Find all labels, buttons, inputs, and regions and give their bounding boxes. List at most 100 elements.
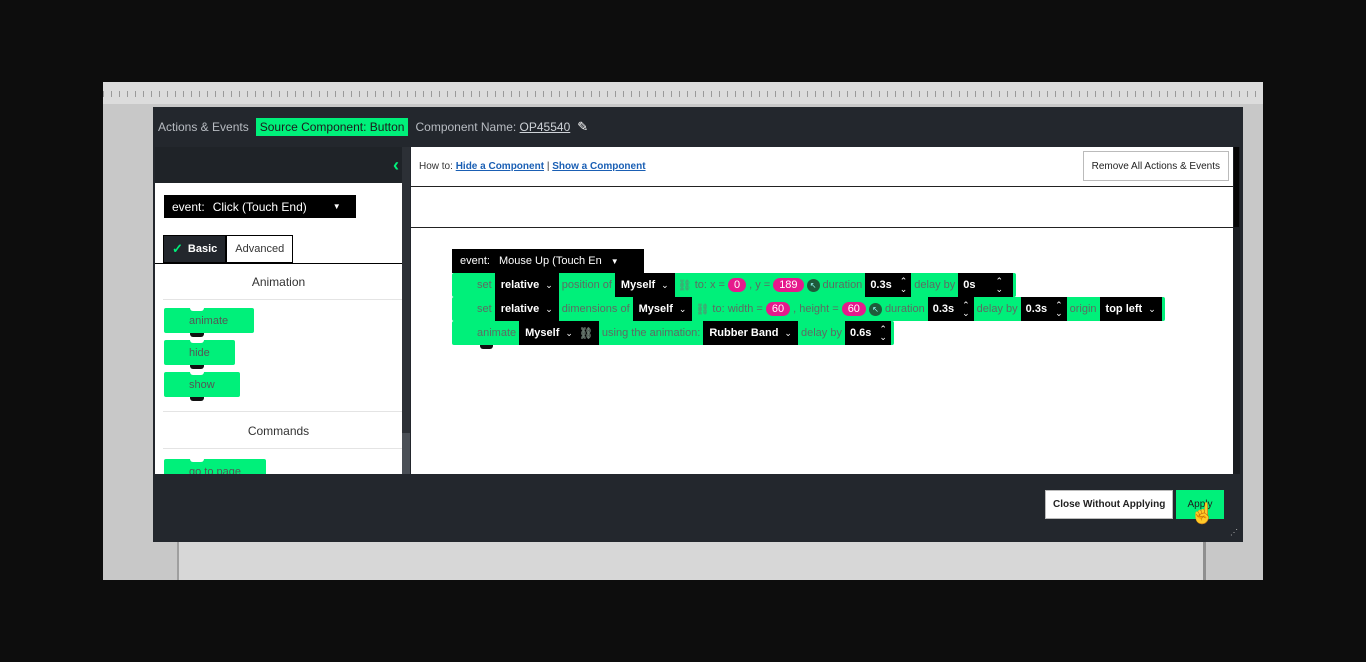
origin-value: top left: [1105, 303, 1143, 315]
component-name-value[interactable]: OP45540: [520, 120, 571, 134]
tab-advanced[interactable]: Advanced: [226, 235, 294, 263]
mode-dropdown[interactable]: relative ⌄: [494, 297, 559, 321]
action-row-animate[interactable]: animate Myself ⌄ ⛓ using the animation: Ru…: [452, 321, 894, 345]
scrollbar-thumb[interactable]: [1234, 147, 1239, 227]
close-without-applying-button[interactable]: Close Without Applying: [1045, 490, 1174, 519]
link-hide-component[interactable]: Hide a Component: [456, 161, 544, 172]
stepper-arrows-icon[interactable]: ⌃ ⌄: [900, 277, 908, 294]
workspace-event-block[interactable]: event: Mouse Up (Touch En ▼: [452, 249, 644, 273]
animation-value: Rubber Band: [709, 327, 779, 339]
palette-scrollbar[interactable]: [402, 147, 410, 474]
x-value-input[interactable]: 0: [727, 278, 747, 292]
delay-stepper[interactable]: 0.3s ⌃ ⌄: [1020, 297, 1067, 321]
using-label: using the animation:: [601, 327, 701, 339]
duration-stepper[interactable]: 0.3s ⌃ ⌄: [927, 297, 974, 321]
chevron-down-icon: ⌄: [678, 303, 687, 314]
tab-basic-label: Basic: [187, 243, 218, 255]
section-title-commands: Commands: [247, 424, 310, 438]
ws-event-label: event:: [460, 255, 490, 267]
mode-value: relative: [500, 303, 540, 315]
height-value-input[interactable]: 60: [841, 302, 866, 316]
mode-dropdown[interactable]: relative ⌄: [494, 273, 559, 297]
origin-dropdown[interactable]: top left ⌄: [1099, 297, 1162, 321]
canvas-edge-left: [177, 542, 179, 580]
animation-dropdown[interactable]: Rubber Band ⌄: [703, 321, 798, 345]
origin-label: origin: [1069, 303, 1097, 315]
delay-label: delay by: [914, 279, 956, 291]
ws-event-value: Mouse Up (Touch En: [498, 255, 602, 267]
hand-cursor-icon: ☝: [1190, 503, 1215, 525]
target-dropdown[interactable]: Myself ⌄: [632, 297, 693, 321]
tabs-divider: [155, 263, 402, 264]
block-hide[interactable]: hide: [164, 340, 235, 369]
delay-stepper[interactable]: 0.6s ⌃ ⌄: [844, 321, 891, 345]
target-value: Myself: [620, 279, 656, 291]
canvas-edge-right: [1203, 542, 1206, 580]
target-dropdown[interactable]: Myself ⌄ ⛓: [519, 321, 599, 345]
palette-tabs: ✓ Basic Advanced: [163, 235, 294, 263]
action-row-position[interactable]: set relative ⌄ position of Myself ⌄ ⛓ to: …: [452, 273, 1017, 297]
check-icon: ✓: [172, 241, 183, 256]
link-icon[interactable]: ⛓: [579, 327, 593, 340]
block-animate[interactable]: animate: [164, 308, 254, 337]
link-icon[interactable]: ⛓: [678, 279, 692, 292]
row-verb: animate: [477, 327, 517, 339]
event-select[interactable]: event: Click (Touch End) ▼: [164, 195, 356, 218]
duration-stepper[interactable]: 0.3s ⌃ ⌄: [865, 273, 912, 297]
stepper-arrows-icon[interactable]: ⌃ ⌄: [996, 277, 1004, 294]
component-name-label: Component Name:: [415, 120, 517, 134]
to-x-label: to: x =: [694, 279, 725, 291]
duration-label: duration: [822, 279, 863, 291]
delay-label: delay by: [800, 327, 842, 339]
resize-grip-icon[interactable]: ⋰: [1230, 528, 1238, 537]
row-verb: set: [477, 279, 492, 291]
workspace-scrollbar[interactable]: [1233, 147, 1240, 474]
pencil-icon[interactable]: ✎: [577, 119, 588, 135]
chevron-down-icon: ⌄: [1148, 303, 1156, 314]
howto-separator: |: [546, 161, 550, 172]
y-value-input[interactable]: 189: [773, 278, 804, 292]
blocks-palette: ‹ event: Click (Touch End) ▼ ✓ Basic Adv…: [155, 147, 403, 474]
workspace-divider: [411, 227, 1233, 228]
width-value-input[interactable]: 60: [765, 302, 791, 316]
target-value: Myself: [525, 327, 560, 339]
link-show-component[interactable]: Show a Component: [552, 161, 645, 172]
chevron-down-icon: ⌄: [545, 279, 553, 290]
source-component-badge: Source Component: Button: [255, 118, 409, 136]
chevron-down-icon: ⌄: [784, 327, 792, 338]
event-value: Click (Touch End): [212, 199, 307, 214]
delay-label: delay by: [976, 303, 1018, 315]
stepper-arrows-icon[interactable]: ⌃ ⌄: [962, 301, 970, 318]
cursor-pick-icon[interactable]: ↖: [868, 302, 882, 316]
prop-label: position of: [561, 279, 612, 291]
target-value: Myself: [638, 303, 673, 315]
target-dropdown[interactable]: Myself ⌄: [614, 273, 675, 297]
section-title-animation: Animation: [251, 275, 306, 289]
remove-all-button[interactable]: Remove All Actions & Events: [1082, 151, 1229, 181]
component-name: Component Name: OP45540: [415, 120, 570, 134]
block-go-to-page[interactable]: go to page: [164, 459, 266, 474]
howto-bar: How to: Hide a Component | Show a Compon…: [411, 147, 1233, 187]
modal-title: Actions & Events: [158, 120, 249, 134]
stepper-arrows-icon[interactable]: ⌃ ⌄: [879, 325, 887, 342]
scrollbar-thumb[interactable]: [402, 433, 410, 474]
caret-down-icon: ▼: [332, 202, 341, 211]
prop-label: dimensions of: [561, 303, 630, 315]
action-row-dimensions[interactable]: set relative ⌄ dimensions of Myself ⌄ ⛓ to…: [452, 297, 1165, 321]
width-label: to: width =: [712, 303, 763, 315]
link-icon[interactable]: ⛓: [695, 303, 709, 316]
block-show[interactable]: show: [164, 372, 240, 401]
chevron-left-icon[interactable]: ‹: [393, 155, 399, 176]
height-label: , height =: [793, 303, 839, 315]
duration-value: 0.3s: [870, 279, 892, 291]
section-divider: [163, 411, 402, 412]
delay-stepper[interactable]: 0s ⌃ ⌄: [958, 273, 1014, 297]
delay-value: 0s: [963, 279, 976, 291]
y-label: , y =: [749, 279, 771, 291]
row-verb: set: [477, 303, 492, 315]
tab-basic[interactable]: ✓ Basic: [163, 235, 227, 263]
cursor-pick-icon[interactable]: ↖: [806, 278, 820, 292]
chevron-down-icon: ⌄: [545, 303, 553, 314]
delay-value: 0.6s: [849, 327, 872, 339]
stepper-arrows-icon[interactable]: ⌃ ⌄: [1055, 301, 1063, 318]
